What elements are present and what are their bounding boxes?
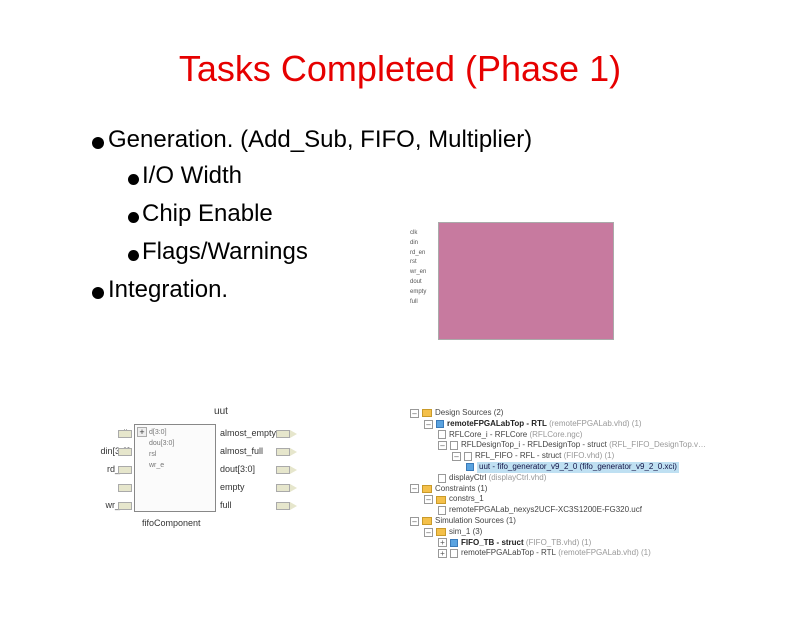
tree-row: + remoteFPGALabTop - RTL (remoteFPGALab.v… xyxy=(402,548,762,559)
folder-icon xyxy=(422,517,432,525)
output-pin: almost_full xyxy=(220,446,320,456)
ip-icon xyxy=(466,463,474,471)
block-port: d[3:0] xyxy=(135,425,215,436)
tree-label: Design Sources (2) xyxy=(435,408,503,419)
tree-row: – sim_1 (3) xyxy=(402,527,762,538)
tree-label-detail: (RFLCore.ngc) xyxy=(529,430,582,441)
sources-tree: –Design Sources (2) –remoteFPGALabTop - … xyxy=(402,408,762,548)
tree-label: uut - fifo_generator_v9_2_0 xyxy=(479,462,577,471)
tree-label: Constraints (1) xyxy=(435,484,487,495)
file-icon xyxy=(450,549,458,558)
bullet-text: I/O Width xyxy=(142,162,242,190)
tree-label: RFLCore_i - RFLCore xyxy=(449,430,527,441)
tree-collapse-icon: – xyxy=(424,528,433,537)
tree-row: –RFLDesignTop_i - RFLDesignTop - struct … xyxy=(402,440,762,451)
block-port: dou[3:0] xyxy=(135,436,215,447)
folder-icon xyxy=(436,496,446,504)
tree-label: displayCtrl xyxy=(449,473,486,484)
tree-label: constrs_1 xyxy=(449,494,484,505)
tree-label-detail: (fifo_generator_v9_2_0.xci) xyxy=(580,462,677,471)
bullet-text: Integration. xyxy=(108,276,228,304)
tree-label-detail: (remoteFPGALab.vhd) (1) xyxy=(549,419,641,430)
bullet-icon xyxy=(92,137,104,149)
schematic-top-label: uut xyxy=(86,406,356,417)
bullet-text: Chip Enable xyxy=(142,200,273,228)
tree-label-detail: (FIFO_TB.vhd) (1) xyxy=(526,538,591,549)
module-icon xyxy=(436,420,444,428)
tree-collapse-icon: – xyxy=(438,441,447,450)
file-icon xyxy=(438,430,446,439)
schematic-diagram: uut + d[3:0] dou[3:0] rsl wr_e clk din[3… xyxy=(46,406,356,536)
tree-expand-icon: + xyxy=(438,549,447,558)
tree-row: – Simulation Sources (1) xyxy=(402,516,762,527)
tree-row: – remoteFPGALabTop - RTL (remoteFPGALab.v… xyxy=(402,419,762,430)
expand-icon: + xyxy=(137,427,147,437)
bullet-icon xyxy=(128,212,139,223)
tree-row: – Constraints (1) xyxy=(402,484,762,495)
property-panel-graphic: clkdinrd_enrstwr_en doutemptyfull xyxy=(408,220,620,376)
tree-label: remoteFPGALabTop - RTL xyxy=(461,548,556,559)
tree-row: – Design Sources (2) xyxy=(402,408,762,419)
tree-row: displayCtrl (displayCtrl.vhd) xyxy=(402,473,762,484)
tree-label: remoteFPGALabTop - RTL xyxy=(447,419,547,430)
tree-label-detail: (RFL_FIFO_DesignTop.v… xyxy=(609,440,706,451)
tree-collapse-icon: – xyxy=(410,409,419,418)
tree-label-detail: (remoteFPGALab.vhd) (1) xyxy=(558,548,650,559)
bullet-generation: Generation. (Add_Sub, FIFO, Multiplier) xyxy=(92,126,794,154)
folder-icon xyxy=(436,528,446,536)
block-port: rsl xyxy=(135,447,215,458)
file-icon xyxy=(438,506,446,515)
tree-collapse-icon: – xyxy=(410,484,419,493)
tree-row: RFLCore_i - RFLCore (RFLCore.ngc) xyxy=(402,430,762,441)
output-pin: empty xyxy=(220,482,320,492)
tree-label: RFLDesignTop_i - RFLDesignTop - struct xyxy=(461,440,607,451)
slide-title: Tasks Completed (Phase 1) xyxy=(120,48,680,90)
bullet-text: Flags/Warnings xyxy=(142,238,308,266)
output-pin: almost_empty xyxy=(220,428,320,438)
schematic-bottom-label: fifoComponent xyxy=(142,518,201,528)
tree-expand-icon: + xyxy=(438,538,447,547)
output-pin: dout[3:0] xyxy=(220,464,320,474)
tree-collapse-icon: – xyxy=(424,495,433,504)
file-icon xyxy=(464,452,472,461)
module-icon xyxy=(450,539,458,547)
folder-icon xyxy=(422,485,432,493)
tree-row: + FIFO_TB - struct (FIFO_TB.vhd) (1) xyxy=(402,538,762,549)
block-port: wr_e xyxy=(135,458,215,469)
tree-row: – RFL_FIFO - RFL - struct (FIFO.vhd) (1) xyxy=(402,451,762,462)
bullet-icon xyxy=(92,287,104,299)
tree-row: – constrs_1 xyxy=(402,494,762,505)
tree-label: sim_1 (3) xyxy=(449,527,482,538)
output-pin: full xyxy=(220,500,320,510)
file-icon xyxy=(438,474,446,483)
tree-label: remoteFPGALab_nexys2UCF-XC3S1200E-FG320.… xyxy=(449,505,642,516)
tree-row: remoteFPGALab_nexys2UCF-XC3S1200E-FG320.… xyxy=(402,505,762,516)
bullet-icon xyxy=(128,174,139,185)
bullet-io-width: I/O Width xyxy=(128,162,794,190)
tree-row-selected: uut - fifo_generator_v9_2_0 (fifo_genera… xyxy=(402,462,762,473)
tree-collapse-icon: – xyxy=(424,420,433,429)
tree-collapse-icon: – xyxy=(410,517,419,526)
tree-label: FIFO_TB - struct xyxy=(461,538,524,549)
schematic-block: + d[3:0] dou[3:0] rsl wr_e xyxy=(134,424,216,512)
tree-label-detail: (FIFO.vhd) (1) xyxy=(564,451,615,462)
bullet-icon xyxy=(128,250,139,261)
tree-label-detail: (displayCtrl.vhd) xyxy=(489,473,547,484)
bullet-text: Generation. (Add_Sub, FIFO, Multiplier) xyxy=(108,126,532,154)
tree-label: RFL_FIFO - RFL - struct xyxy=(475,451,561,462)
file-icon xyxy=(450,441,458,450)
tree-label: Simulation Sources (1) xyxy=(435,516,516,527)
tree-collapse-icon: – xyxy=(452,452,461,461)
folder-icon xyxy=(422,409,432,417)
